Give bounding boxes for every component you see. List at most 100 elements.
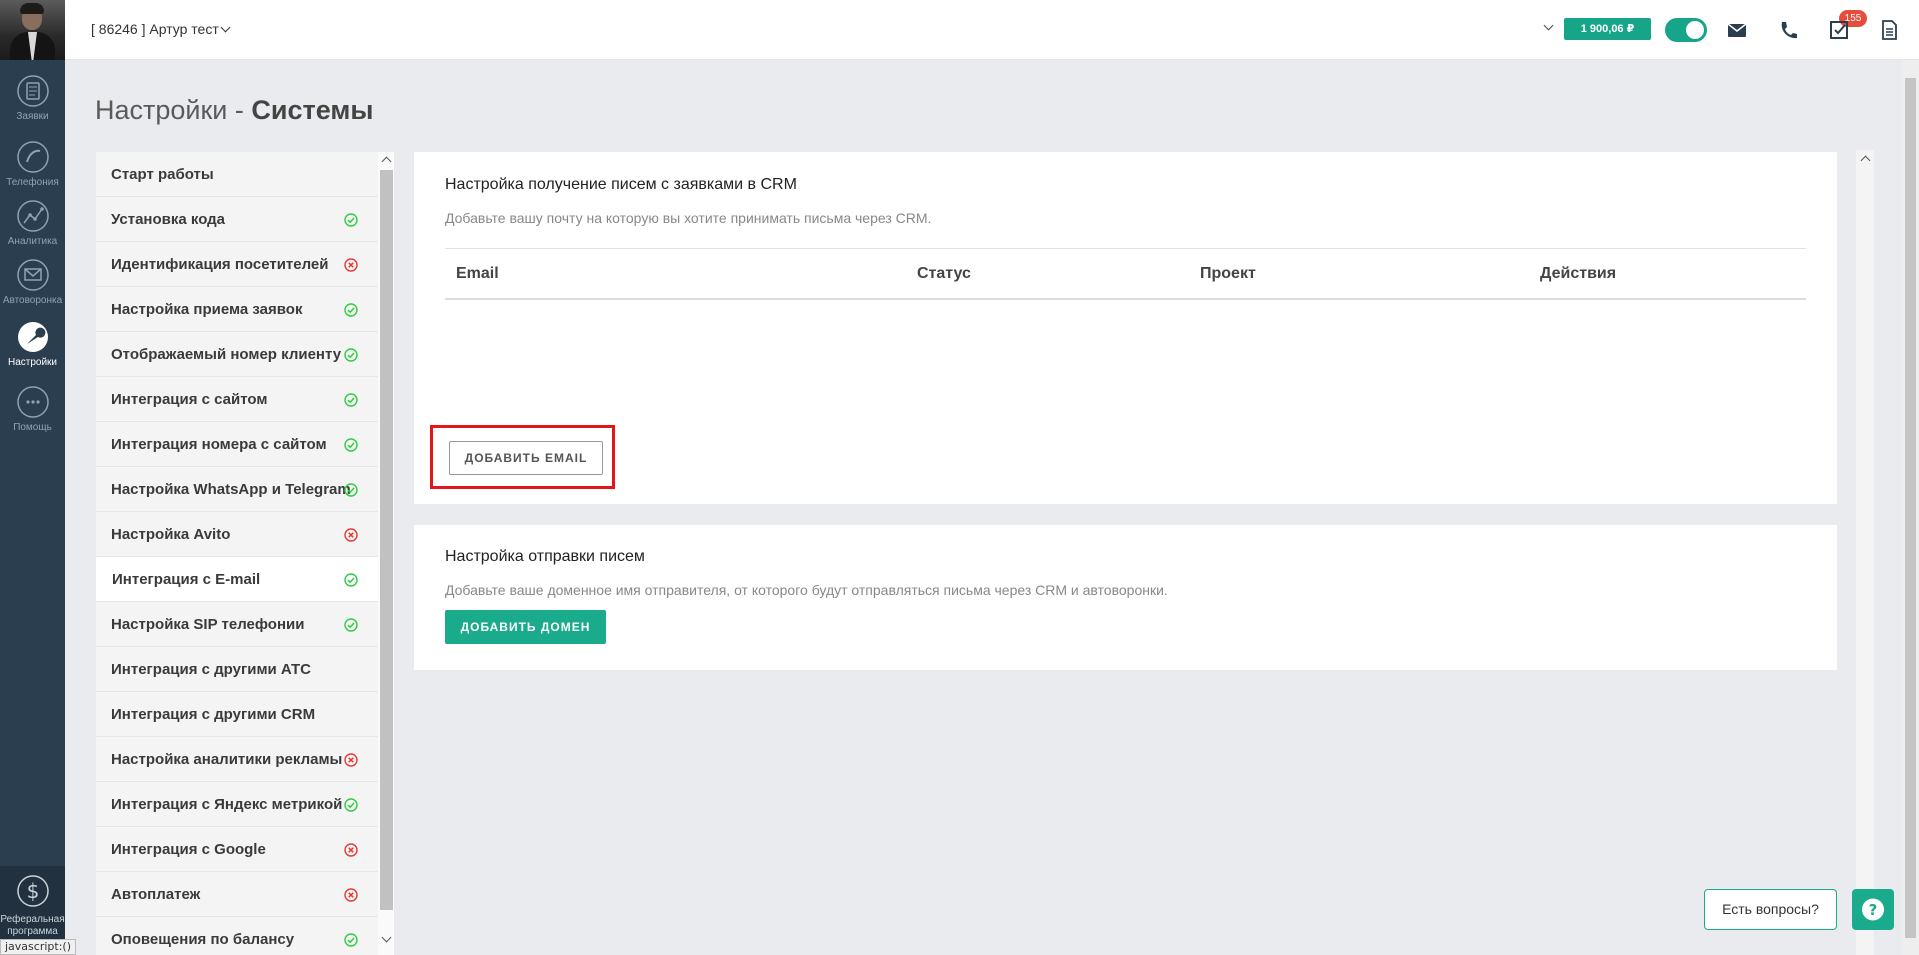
document-icon[interactable] bbox=[1878, 19, 1900, 41]
highlight-box bbox=[430, 425, 615, 489]
settings-menu-item-label: Интеграция с сайтом bbox=[111, 391, 268, 408]
nav-autofunnel[interactable]: Автоворонка bbox=[0, 258, 65, 306]
error-circle-icon bbox=[344, 753, 358, 767]
settings-menu-item[interactable]: Старт работы bbox=[96, 152, 378, 197]
settings-menu-item-label: Установка кода bbox=[111, 211, 226, 228]
email-sending-card: Настройка отправки писем Добавьте ваше д… bbox=[414, 525, 1837, 670]
settings-menu-item[interactable]: Настройка аналитики рекламы bbox=[96, 737, 378, 782]
email-receive-card: Настройка получение писем с заявками в C… bbox=[414, 152, 1837, 504]
column-header-email[interactable]: Email bbox=[456, 265, 499, 283]
nav-settings[interactable]: Настройки bbox=[0, 320, 65, 368]
check-circle-icon bbox=[344, 213, 358, 227]
error-circle-icon bbox=[344, 888, 358, 902]
questions-button[interactable]: Есть вопросы? bbox=[1704, 889, 1837, 930]
left-navigation: Заявки Телефония Аналитика Автоворонка Н… bbox=[0, 0, 65, 955]
column-header-status[interactable]: Статус bbox=[917, 265, 971, 283]
settings-menu-item-label: Оповещения по балансу bbox=[111, 931, 295, 948]
settings-menu-item[interactable]: Отображаемый номер клиенту bbox=[96, 332, 378, 377]
content-scrollbar[interactable] bbox=[1856, 150, 1874, 955]
settings-menu-item-label: Старт работы bbox=[111, 166, 214, 183]
settings-menu-item-label: Настройка аналитики рекламы bbox=[111, 751, 343, 768]
table-top-border bbox=[445, 248, 1806, 249]
settings-menu-item[interactable]: Интеграция с E-mail bbox=[96, 557, 378, 602]
check-circle-icon bbox=[344, 573, 358, 587]
nav-settings-label: Настройки bbox=[7, 357, 58, 368]
nav-telephony[interactable]: Телефония bbox=[0, 140, 65, 188]
mail-icon[interactable] bbox=[1726, 19, 1748, 41]
page-title-bold: Системы bbox=[251, 95, 374, 125]
nav-help[interactable]: Помощь bbox=[0, 385, 65, 433]
nav-autofunnel-label: Автоворонка bbox=[2, 295, 63, 306]
browser-status-bar: javascript:() bbox=[0, 939, 76, 955]
svg-text:$: $ bbox=[26, 879, 39, 903]
account-label: [ 86246 ] Артур тест bbox=[91, 21, 219, 37]
wrench-icon bbox=[17, 322, 48, 352]
settings-menu: Старт работы Установка кода Идентификация … bbox=[96, 152, 378, 955]
settings-menu-item-label: Интеграция с E-mail bbox=[112, 571, 261, 588]
check-circle-icon bbox=[344, 348, 358, 362]
settings-menu-item[interactable]: Интеграция номера с сайтом bbox=[96, 422, 378, 467]
balance-badge[interactable]: 1 900,06 ₽ bbox=[1564, 18, 1651, 40]
settings-menu-item[interactable]: Интеграция с другими CRM bbox=[96, 692, 378, 737]
settings-menu-item[interactable]: Установка кода bbox=[96, 197, 378, 242]
nav-requests[interactable]: Заявки bbox=[0, 74, 65, 122]
email-card-title: Настройка получение писем с заявками в C… bbox=[445, 176, 797, 193]
settings-menu-item-label: Настройка приема заявок bbox=[111, 301, 303, 318]
mail-funnel-icon bbox=[16, 259, 49, 291]
sender-card-title: Настройка отправки писем bbox=[445, 548, 645, 565]
nav-help-label: Помощь bbox=[13, 422, 52, 433]
settings-menu-item[interactable]: Автоплатеж bbox=[96, 872, 378, 917]
check-circle-icon bbox=[344, 483, 358, 497]
page-scroll-thumb[interactable] bbox=[1905, 78, 1916, 938]
add-domain-button[interactable]: ДОБАВИТЬ ДОМЕН bbox=[445, 610, 606, 644]
check-circle-icon bbox=[344, 798, 358, 812]
email-card-subtitle: Добавьте вашу почту на которую вы хотите… bbox=[445, 210, 932, 226]
account-selector[interactable]: [ 86246 ] Артур тест bbox=[91, 21, 231, 37]
question-icon: ? bbox=[1862, 898, 1884, 921]
settings-menu-item-label: Интеграция с другими CRM bbox=[111, 706, 316, 723]
check-circle-icon bbox=[344, 303, 358, 317]
settings-menu-item[interactable]: Интеграция с Яндекс метрикой bbox=[96, 782, 378, 827]
settings-menu-item-label: Идентификация посетителей bbox=[111, 256, 329, 273]
table-header-border bbox=[445, 298, 1806, 300]
analytics-icon bbox=[16, 200, 49, 232]
settings-menu-item[interactable]: Интеграция с сайтом bbox=[96, 377, 378, 422]
settings-menu-item-label: Интеграция с Яндекс метрикой bbox=[111, 796, 343, 813]
status-toggle[interactable] bbox=[1665, 18, 1707, 42]
sender-card-subtitle: Добавьте ваше доменное имя отправителя, … bbox=[445, 582, 1168, 598]
column-header-project[interactable]: Проект bbox=[1200, 265, 1256, 283]
page-title-prefix: Настройки - bbox=[95, 95, 252, 125]
column-header-actions[interactable]: Действия bbox=[1540, 265, 1616, 283]
settings-menu-item-label: Интеграция номера с сайтом bbox=[111, 436, 327, 453]
chat-bubble-icon bbox=[16, 386, 49, 418]
settings-menu-item[interactable]: Настройка SIP телефонии bbox=[96, 602, 378, 647]
nav-requests-label: Заявки bbox=[16, 111, 49, 122]
dollar-icon: $ bbox=[16, 875, 49, 907]
settings-menu-scroll-thumb[interactable] bbox=[380, 170, 393, 910]
phone-handset-icon bbox=[16, 141, 49, 173]
chevron-down-icon[interactable] bbox=[1543, 20, 1554, 31]
settings-menu-item-label: Настройка WhatsApp и Telegram bbox=[111, 481, 351, 498]
checklist-icon[interactable] bbox=[1828, 19, 1850, 41]
settings-menu-item[interactable]: Оповещения по балансу bbox=[96, 917, 378, 955]
error-circle-icon bbox=[344, 528, 358, 542]
page-title: Настройки - Системы bbox=[95, 95, 373, 126]
settings-menu-item[interactable]: Настройка WhatsApp и Telegram bbox=[96, 467, 378, 512]
settings-menu-item[interactable]: Интеграция с другими АТС bbox=[96, 647, 378, 692]
error-circle-icon bbox=[344, 258, 358, 272]
check-circle-icon bbox=[344, 618, 358, 632]
settings-menu-item-label: Отображаемый номер клиенту bbox=[111, 346, 342, 363]
settings-menu-item-label: Настройка SIP телефонии bbox=[111, 616, 305, 633]
settings-menu-item[interactable]: Настройка приема заявок bbox=[96, 287, 378, 332]
nav-analytics[interactable]: Аналитика bbox=[0, 199, 65, 247]
user-avatar[interactable] bbox=[0, 0, 65, 60]
check-circle-icon bbox=[344, 393, 358, 407]
phone-icon[interactable] bbox=[1777, 19, 1799, 41]
settings-menu-item[interactable]: Интеграция с Google bbox=[96, 827, 378, 872]
settings-menu-item[interactable]: Идентификация посетителей bbox=[96, 242, 378, 287]
svg-text:?: ? bbox=[1869, 901, 1878, 919]
settings-menu-item[interactable]: Настройка Avito bbox=[96, 512, 378, 557]
help-button[interactable]: ? bbox=[1852, 889, 1894, 930]
check-circle-icon bbox=[344, 933, 358, 947]
settings-menu-item-label: Интеграция с другими АТС bbox=[111, 661, 312, 678]
